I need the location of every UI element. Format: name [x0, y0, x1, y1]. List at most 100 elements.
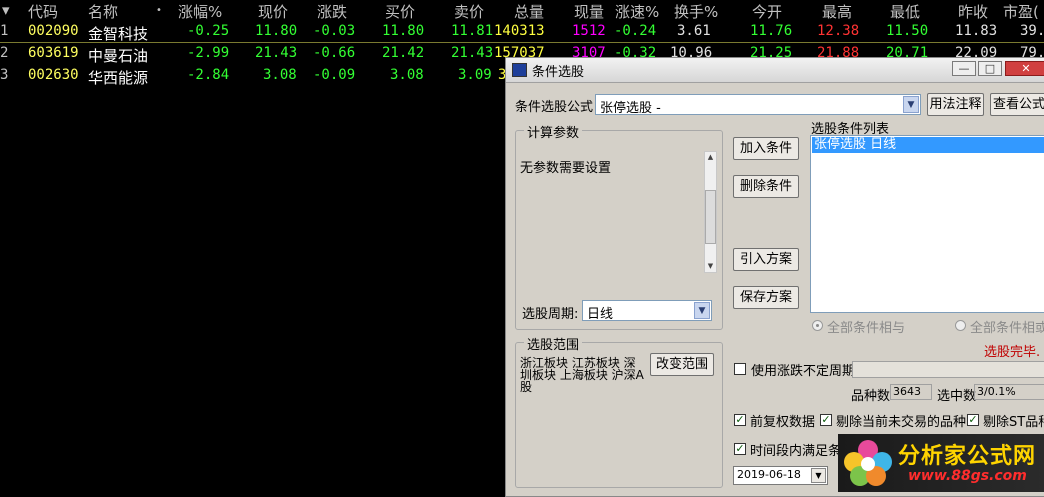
import-scheme-button[interactable]: 引入方案	[733, 248, 799, 271]
params-group-title: 计算参数	[524, 122, 583, 141]
cell-code: 002090	[28, 23, 79, 39]
radio-all-or-label[interactable]: 全部条件相或	[970, 317, 1044, 336]
cell-change: -0.09	[313, 67, 356, 83]
cell-low: 11.50	[886, 23, 929, 39]
cell-name: 金智科技	[88, 25, 149, 43]
scroll-up-icon[interactable]: ▲	[705, 153, 716, 161]
time-range-checkbox[interactable]: ✓	[734, 443, 746, 455]
dialog-titlebar[interactable]: 条件选股 — □ ✕	[506, 58, 1044, 83]
exclude-st-label[interactable]: 剔除ST品种	[983, 411, 1044, 430]
cell-bid: 3.08	[390, 67, 424, 83]
scroll-thumb[interactable]	[705, 190, 716, 244]
cell-ask: 21.43	[451, 45, 494, 61]
uncertain-period-checkbox[interactable]	[734, 363, 746, 375]
minimize-icon[interactable]: —	[952, 61, 976, 76]
col-turnover[interactable]: 换手%	[674, 1, 718, 22]
table-row[interactable]: 1 002090 金智科技 -0.25 11.80 -0.03 11.80 11…	[0, 22, 1044, 43]
date-value: 2019-06-18	[737, 468, 801, 481]
exclude-nontrading-label[interactable]: 剔除当前未交易的品种	[836, 411, 966, 430]
exclude-st-checkbox[interactable]: ✓	[967, 414, 979, 426]
save-scheme-button[interactable]: 保存方案	[733, 286, 799, 309]
radio-all-and[interactable]	[812, 320, 823, 331]
cell-price: 3.08	[263, 67, 297, 83]
col-bid[interactable]: 买价	[385, 1, 415, 22]
col-price[interactable]: 现价	[258, 1, 288, 22]
cell-turnover: 3.61	[677, 23, 711, 39]
radio-all-or[interactable]	[955, 320, 966, 331]
col-change-pct[interactable]: 涨幅%	[178, 1, 222, 22]
list-item[interactable]: 张停选股 日线	[812, 137, 1044, 153]
cell-name: 华西能源	[88, 69, 149, 87]
cell-ask: 3.09	[458, 67, 492, 83]
usage-notes-button[interactable]: 用法注释	[927, 93, 984, 116]
logo-text: 分析家公式网	[898, 444, 1037, 469]
cell-prev-close: 11.83	[955, 23, 998, 39]
cell-change: -0.03	[313, 23, 356, 39]
calendar-dropdown-icon[interactable]: ▼	[811, 468, 826, 483]
col-ask[interactable]: 卖价	[454, 1, 484, 22]
cell-change-pct: -2.84	[187, 67, 230, 83]
exclude-nontrading-checkbox[interactable]: ✓	[820, 414, 832, 426]
cell-change-pct: -2.99	[187, 45, 230, 61]
cell-price: 21.43	[255, 45, 298, 61]
params-text: 无参数需要设置	[520, 161, 612, 176]
sort-indicator-icon[interactable]: ▾	[2, 1, 10, 19]
view-formula-button[interactable]: 查看公式	[990, 93, 1044, 116]
col-speed[interactable]: 涨速%	[615, 1, 659, 22]
col-low[interactable]: 最低	[890, 1, 920, 22]
col-open[interactable]: 今开	[752, 1, 782, 22]
dialog-title: 条件选股	[532, 65, 585, 80]
pre-adjust-checkbox[interactable]: ✓	[734, 414, 746, 426]
condition-stock-picker-dialog: 条件选股 — □ ✕ 条件选股公式 张停选股 - ▼ 用法注释 查看公式 计算参…	[505, 57, 1044, 497]
period-select[interactable]: 日线 ▼	[582, 300, 712, 322]
period-label: 选股周期:	[522, 307, 579, 322]
chevron-down-icon[interactable]: ▼	[694, 302, 710, 319]
change-range-button[interactable]: 改变范围	[650, 353, 714, 376]
selected-count-value: 3/0.1%	[974, 384, 1044, 400]
range-group: 选股范围 浙江板块 江苏板块 深圳板块 上海板块 沪深A股 改变范围	[515, 334, 723, 488]
cell-pe: 39.9	[1020, 23, 1044, 39]
app-icon	[512, 63, 527, 77]
status-text: 选股完毕.	[984, 345, 1041, 360]
maximize-icon[interactable]: □	[978, 61, 1002, 76]
watermark-logo: 分析家公式网 www.88gs.com	[838, 434, 1044, 492]
pre-adjust-label[interactable]: 前复权数据	[750, 411, 815, 430]
total-count-value: 3643	[890, 384, 932, 400]
close-icon[interactable]: ✕	[1005, 61, 1044, 76]
add-condition-button[interactable]: 加入条件	[733, 137, 799, 160]
col-pe[interactable]: 市盈(	[1003, 1, 1039, 22]
condition-list[interactable]: 张停选股 日线	[810, 135, 1044, 313]
formula-select[interactable]: 张停选股 - ▼	[595, 94, 921, 116]
remove-condition-button[interactable]: 删除条件	[733, 175, 799, 198]
row-index: 3	[0, 67, 9, 83]
col-prev-close[interactable]: 昨收	[958, 1, 988, 22]
cell-name: 中曼石油	[88, 47, 149, 65]
params-scrollbar[interactable]: ▲ ▼	[704, 151, 717, 273]
cell-high: 12.38	[817, 23, 860, 39]
cell-open: 11.76	[750, 23, 793, 39]
formula-label: 条件选股公式	[515, 100, 594, 115]
cell-code: 002630	[28, 67, 79, 83]
total-count-label: 品种数	[851, 389, 891, 404]
date-picker[interactable]: 2019-06-18 ▼	[733, 466, 828, 485]
row-index: 2	[0, 45, 9, 61]
scroll-down-icon[interactable]: ▼	[705, 262, 716, 270]
col-code[interactable]: 代码	[28, 1, 58, 22]
cell-change-pct: -0.25	[187, 23, 230, 39]
radio-all-and-label[interactable]: 全部条件相与	[827, 317, 905, 336]
selected-count-label: 选中数	[937, 389, 977, 404]
cell-speed: -0.24	[614, 23, 657, 39]
params-group: 计算参数 无参数需要设置 ▲ ▼ 选股周期: 日线 ▼	[515, 122, 723, 330]
cell-ask: 11.81	[451, 23, 494, 39]
period-range-input[interactable]	[852, 361, 1044, 378]
cell-code: 603619	[28, 45, 79, 61]
col-change[interactable]: 涨跌	[317, 1, 347, 22]
col-name[interactable]: 名称	[88, 1, 118, 22]
col-cur-vol[interactable]: 现量	[574, 1, 604, 22]
col-high[interactable]: 最高	[822, 1, 852, 22]
uncertain-period-label[interactable]: 使用涨跌不定周期	[751, 360, 855, 379]
chevron-down-icon[interactable]: ▼	[903, 96, 919, 113]
col-volume[interactable]: 总量	[514, 1, 544, 22]
period-select-value: 日线	[587, 307, 614, 322]
cell-change: -0.66	[313, 45, 356, 61]
